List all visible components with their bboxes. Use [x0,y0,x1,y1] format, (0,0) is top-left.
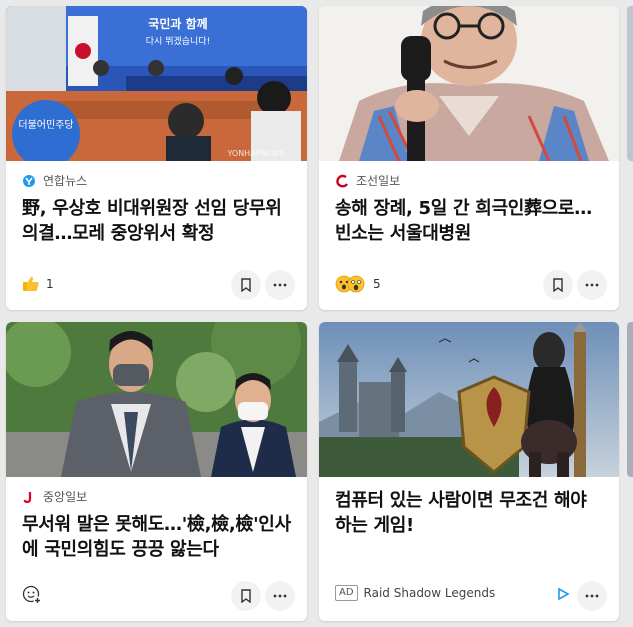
ad-choices-button[interactable] [557,585,570,604]
image-sign-subtext: 다시 뛰겠습니다! [146,36,210,47]
bookmark-icon [241,589,251,603]
ad-badge: AD [335,585,358,601]
more-dots-icon [585,594,599,598]
save-button[interactable] [231,270,261,300]
ad-source-row[interactable]: AD Raid Shadow Legends [335,579,495,607]
news-card[interactable]: 더불어민주당 국민과 함께 다시 뛰겠습니다! YONHAPNEWS 연합뉴스 … [6,6,307,310]
next-card-peek [627,322,633,477]
news-card[interactable]: 중앙일보 무서워 말은 못해도…'檢,檢,檢'인사에 국민의힘도 끙끙 앓는다 [6,322,307,621]
next-card-peek [627,6,633,161]
play-triangle-icon [558,587,570,601]
chosun-logo-icon [336,174,348,187]
reaction-button[interactable]: 1 [22,270,54,298]
source-name: 연합뉴스 [43,174,88,188]
bookmark-icon [241,278,251,292]
more-options-button[interactable] [265,581,295,611]
more-dots-icon [273,283,287,287]
surprised-sad-emoji-icon [335,275,365,293]
thumbs-up-icon [23,276,39,291]
reaction-count: 5 [373,277,381,291]
save-button[interactable] [231,581,261,611]
yonhap-logo-icon [23,174,35,187]
advertiser-name: Raid Shadow Legends [363,586,496,600]
news-image[interactable] [319,6,619,161]
more-dots-icon [585,283,599,287]
reaction-button[interactable]: 5 [335,270,381,298]
news-image[interactable]: 더불어민주당 국민과 함께 다시 뛰겠습니다! YONHAPNEWS [6,6,307,161]
source-row[interactable]: 연합뉴스 [22,172,87,189]
more-dots-icon [273,594,287,598]
more-options-button[interactable] [577,581,607,611]
source-row[interactable]: 중앙일보 [22,488,87,505]
add-reaction-icon [22,585,42,605]
source-row[interactable]: 조선일보 [335,172,400,189]
image-watermark: YONHAPNEWS [226,149,284,158]
image-sign-text: 국민과 함께 [148,16,207,31]
ad-image[interactable] [319,322,619,477]
headline[interactable]: 송해 장례, 5일 간 희극인葬으로…빈소는 서울대병원 [335,196,605,246]
reaction-count: 1 [46,277,54,291]
party-logo-text: 더불어민주당 [18,119,73,131]
source-name: 조선일보 [356,174,401,188]
source-name: 중앙일보 [43,490,88,504]
headline[interactable]: 野, 우상호 비대위원장 선임 당무위 의결…모레 중앙위서 확정 [22,196,293,246]
news-card[interactable]: 조선일보 송해 장례, 5일 간 희극인葬으로…빈소는 서울대병원 5 [319,6,619,310]
save-button[interactable] [543,270,573,300]
add-reaction-button[interactable] [22,581,48,609]
more-options-button[interactable] [577,270,607,300]
bookmark-icon [553,278,563,292]
ad-card[interactable]: 컴퓨터 있는 사람이면 무조건 해야 하는 게임! AD Raid Shadow… [319,322,619,621]
joongang-logo-icon [23,491,32,503]
headline[interactable]: 무서워 말은 못해도…'檢,檢,檢'인사에 국민의힘도 끙끙 앓는다 [22,512,293,562]
ad-headline[interactable]: 컴퓨터 있는 사람이면 무조건 해야 하는 게임! [335,488,605,538]
more-options-button[interactable] [265,270,295,300]
news-image[interactable] [6,322,307,477]
